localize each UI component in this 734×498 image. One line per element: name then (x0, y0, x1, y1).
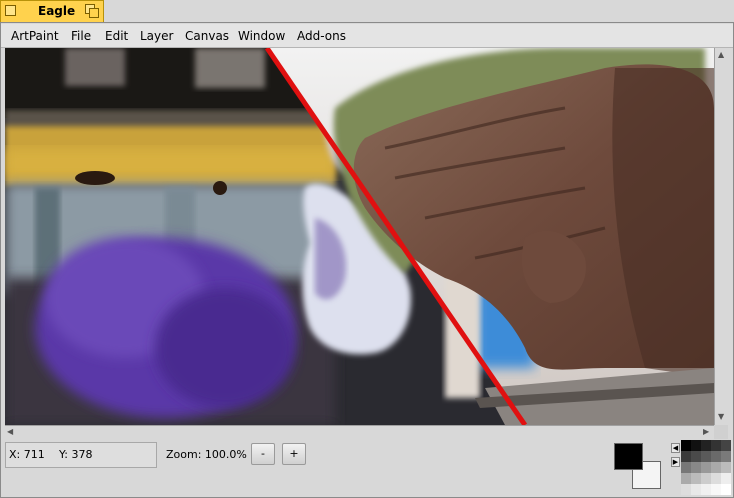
zoom-out-button[interactable]: - (251, 443, 275, 465)
menu-window[interactable]: Window (238, 29, 285, 43)
y-coordinate: Y: 378 (59, 448, 93, 461)
arrow-down-icon[interactable]: ▼ (718, 413, 724, 421)
foreground-color-swatch[interactable] (614, 443, 643, 470)
scroll-corner (714, 425, 728, 439)
coordinates-box: X: 711 Y: 378 (5, 442, 157, 468)
arrow-left-icon[interactable]: ◀ (7, 428, 13, 436)
menu-add-ons[interactable]: Add-ons (297, 29, 346, 43)
palette-prev-icon[interactable]: ◀ (671, 443, 680, 453)
menu-layer[interactable]: Layer (140, 29, 173, 43)
canvas-image (5, 48, 714, 425)
palette-next-icon[interactable]: ▶ (671, 457, 680, 467)
close-box-icon[interactable] (5, 5, 16, 16)
image-canvas[interactable] (5, 48, 714, 425)
x-coordinate: X: 711 (9, 448, 45, 461)
window-title-tab[interactable]: Eagle (0, 0, 104, 22)
arrow-right-icon[interactable]: ▶ (703, 428, 709, 436)
horizontal-scrollbar[interactable]: ◀ ▶ (5, 425, 714, 439)
menu-artpaint[interactable]: ArtPaint (11, 29, 59, 43)
zoom-box-icon[interactable] (85, 4, 99, 18)
menu-bar: ArtPaint File Edit Layer Canvas Window A… (1, 24, 733, 48)
zoom-in-button[interactable]: + (282, 443, 306, 465)
arrow-up-icon[interactable]: ▲ (718, 51, 724, 59)
window-title: Eagle (38, 4, 76, 18)
menu-edit[interactable]: Edit (105, 29, 128, 43)
menu-canvas[interactable]: Canvas (185, 29, 229, 43)
color-palette[interactable] (681, 440, 731, 495)
menu-file[interactable]: File (71, 29, 91, 43)
zoom-level: Zoom: 100.0% (166, 448, 247, 461)
vertical-scrollbar[interactable]: ▲ ▼ (714, 48, 728, 425)
